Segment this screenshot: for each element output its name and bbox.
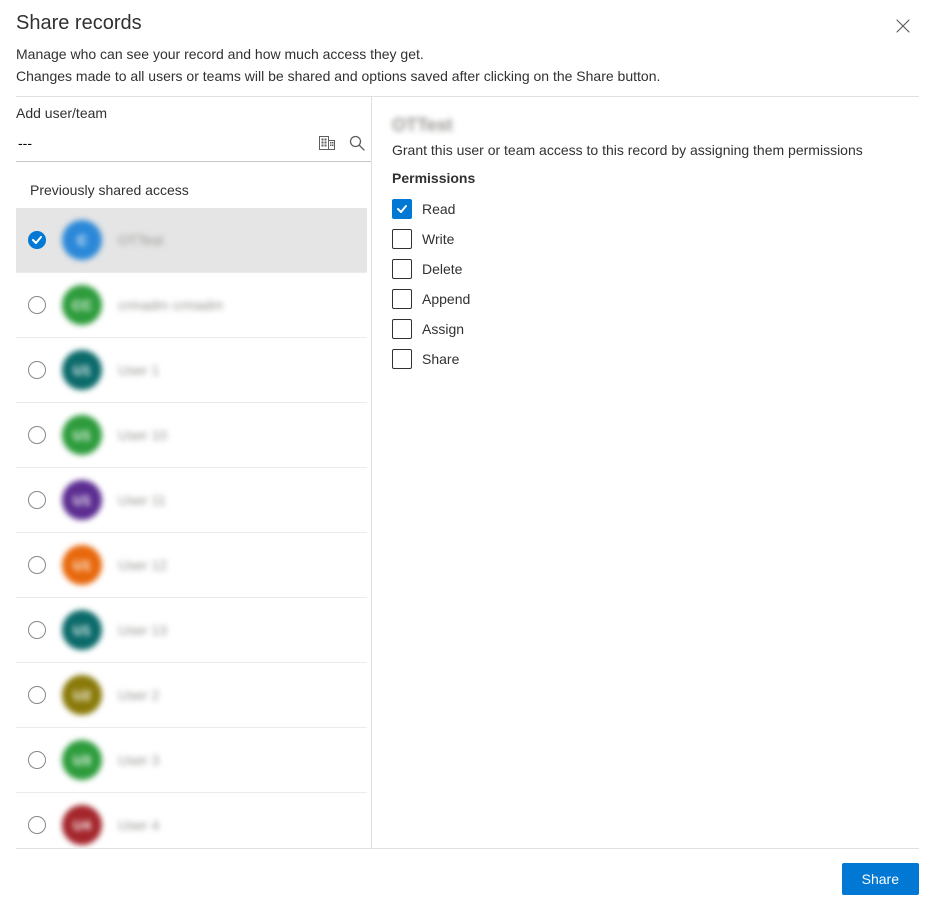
- avatar: U1: [62, 545, 102, 585]
- close-icon: [896, 19, 910, 33]
- user-row[interactable]: U4 User 4: [16, 793, 367, 848]
- permission-item: Delete: [392, 254, 919, 284]
- permission-label: Delete: [422, 261, 462, 277]
- avatar: U1: [62, 350, 102, 390]
- user-name-label: User 4: [118, 817, 159, 833]
- user-name-label: User 1: [118, 362, 159, 378]
- avatar: U4: [62, 805, 102, 845]
- user-name-label: User 12: [118, 557, 167, 573]
- dialog-subtitle-line1: Manage who can see your record and how m…: [16, 45, 919, 65]
- dialog-content: Add user/team: [16, 97, 919, 848]
- user-select-radio[interactable]: [28, 751, 46, 769]
- user-name-label: User 11: [118, 492, 166, 508]
- org-lookup-button[interactable]: [317, 133, 337, 153]
- user-select-radio[interactable]: [28, 296, 46, 314]
- avatar: U1: [62, 480, 102, 520]
- user-row[interactable]: C OTTest: [16, 208, 367, 273]
- dialog-header: Share records: [16, 10, 919, 43]
- user-name-label: OTTest: [118, 232, 163, 248]
- user-name-label: User 2: [118, 687, 159, 703]
- search-button[interactable]: [347, 133, 367, 153]
- org-icon: [319, 136, 335, 150]
- permission-checkbox[interactable]: [392, 319, 412, 339]
- user-row[interactable]: U3 User 3: [16, 728, 367, 793]
- permission-label: Assign: [422, 321, 464, 337]
- permission-label: Write: [422, 231, 454, 247]
- permission-checkbox[interactable]: [392, 259, 412, 279]
- user-select-radio[interactable]: [28, 426, 46, 444]
- grant-access-text: Grant this user or team access to this r…: [392, 142, 919, 158]
- user-row[interactable]: U1 User 11: [16, 468, 367, 533]
- user-row[interactable]: CC crmadm crmadm: [16, 273, 367, 338]
- user-row[interactable]: U2 User 2: [16, 663, 367, 728]
- user-select-radio[interactable]: [28, 556, 46, 574]
- avatar: U1: [62, 610, 102, 650]
- left-panel: Add user/team: [16, 97, 372, 848]
- user-list[interactable]: COTTestCCcrmadm crmadmU1User 1U1User 10U…: [16, 208, 371, 848]
- user-row[interactable]: U1 User 10: [16, 403, 367, 468]
- avatar: U2: [62, 675, 102, 715]
- user-name-label: User 3: [118, 752, 159, 768]
- permission-label: Share: [422, 351, 459, 367]
- user-row[interactable]: U1 User 13: [16, 598, 367, 663]
- share-records-dialog: Share records Manage who can see your re…: [0, 0, 935, 909]
- permission-label: Append: [422, 291, 470, 307]
- permission-item: Append: [392, 284, 919, 314]
- user-select-radio[interactable]: [28, 621, 46, 639]
- user-name-label: crmadm crmadm: [118, 297, 223, 313]
- dialog-subtitle-line2: Changes made to all users or teams will …: [16, 67, 919, 87]
- user-name-label: User 10: [118, 427, 167, 443]
- user-select-radio[interactable]: [28, 231, 46, 249]
- permission-checkbox[interactable]: [392, 349, 412, 369]
- permission-item: Read: [392, 194, 919, 224]
- selected-user-name: OTTest: [392, 115, 919, 136]
- permission-item: Assign: [392, 314, 919, 344]
- avatar: CC: [62, 285, 102, 325]
- user-row[interactable]: U1 User 1: [16, 338, 367, 403]
- right-panel: OTTest Grant this user or team access to…: [372, 97, 919, 848]
- add-user-team-label: Add user/team: [16, 105, 371, 121]
- avatar: U1: [62, 415, 102, 455]
- previously-shared-label: Previously shared access: [16, 168, 371, 208]
- dialog-title: Share records: [16, 12, 142, 35]
- permissions-list: Read Write Delete Append Assign Share: [392, 194, 919, 374]
- user-select-radio[interactable]: [28, 361, 46, 379]
- dialog-footer: Share: [16, 848, 919, 909]
- avatar: U3: [62, 740, 102, 780]
- user-select-radio[interactable]: [28, 816, 46, 834]
- permission-item: Write: [392, 224, 919, 254]
- permission-checkbox[interactable]: [392, 199, 412, 219]
- permission-label: Read: [422, 201, 455, 217]
- close-button[interactable]: [887, 10, 919, 42]
- user-name-label: User 13: [118, 622, 167, 638]
- avatar: C: [62, 220, 102, 260]
- permission-checkbox[interactable]: [392, 289, 412, 309]
- add-user-team-input[interactable]: [16, 131, 317, 155]
- permissions-heading: Permissions: [392, 170, 919, 186]
- user-select-radio[interactable]: [28, 491, 46, 509]
- add-user-team-search: [16, 127, 371, 162]
- share-button[interactable]: Share: [842, 863, 919, 895]
- search-icon: [349, 135, 365, 151]
- permission-item: Share: [392, 344, 919, 374]
- user-select-radio[interactable]: [28, 686, 46, 704]
- permission-checkbox[interactable]: [392, 229, 412, 249]
- user-row[interactable]: U1 User 12: [16, 533, 367, 598]
